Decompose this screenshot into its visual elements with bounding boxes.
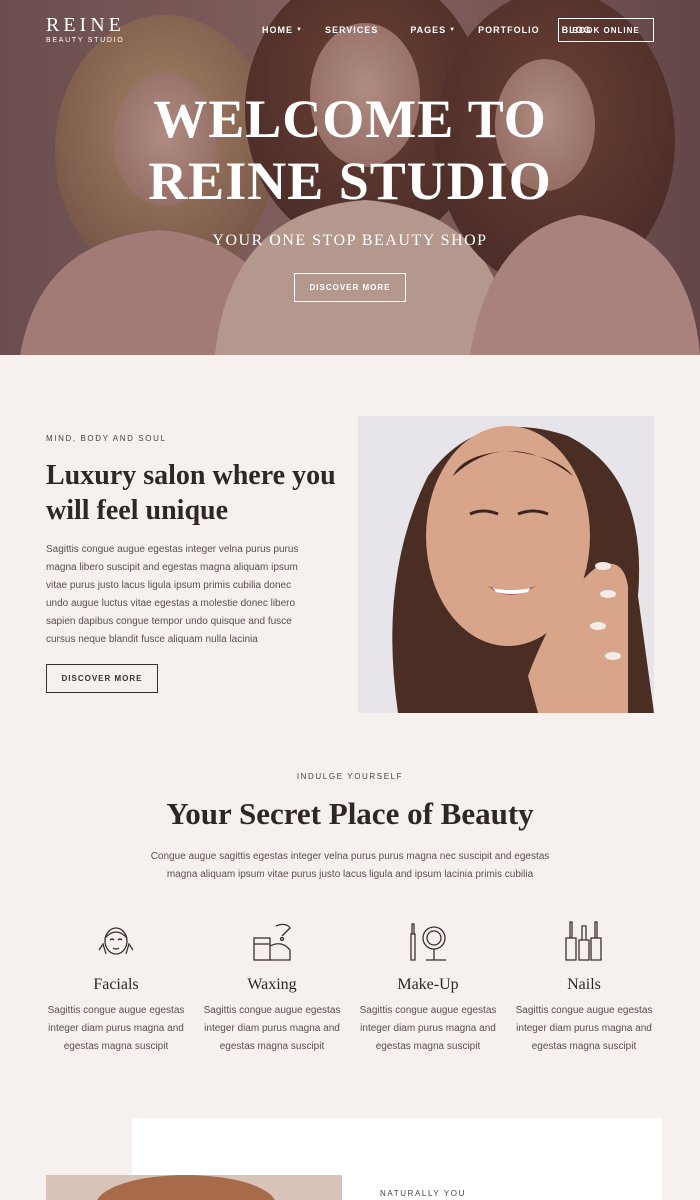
about-photo (358, 416, 654, 713)
nav-item-label: PORTFOLIO (478, 25, 540, 35)
naturally-you-eyebrow: NATURALLY YOU (380, 1189, 467, 1198)
service-name: Nails (567, 976, 601, 993)
service-desc: Sagittis congue augue egestas integer di… (359, 1005, 497, 1052)
service-name: Make-Up (397, 976, 459, 993)
nav-item-portfolio[interactable]: PORTFOLIO (478, 18, 540, 42)
hero-subtitle: YOUR ONE STOP BEAUTY SHOP (212, 232, 488, 249)
nav-item-home[interactable]: HOME ▼ (262, 18, 303, 42)
service-name: Facials (93, 976, 139, 993)
hero-title-line: REINE STUDIO (148, 151, 552, 211)
service-desc: Sagittis congue augue egestas integer di… (47, 1005, 185, 1052)
services-eyebrow: INDULGE YOURSELF (296, 772, 404, 781)
makeup-mirror-icon (410, 923, 446, 961)
feature-photo (46, 1175, 342, 1200)
hero-title: WELCOME TO REINE STUDIO (0, 88, 700, 212)
caret-down-icon: ▼ (296, 27, 303, 33)
nail-polish-icon (565, 921, 602, 961)
face-icon (98, 927, 134, 955)
hero-title-line: WELCOME TO (153, 89, 547, 149)
nav-item-label: PAGES (410, 25, 447, 35)
brand-logo[interactable]: REINE BEAUTY STUDIO (46, 14, 125, 44)
service-facials[interactable]: Facials Sagittis congue augue egestas in… (38, 920, 194, 1056)
nav-item-services[interactable]: SERVICES (325, 18, 378, 42)
hero-section: REINE BEAUTY STUDIO HOME ▼ SERVICES PAGE… (0, 0, 700, 355)
service-waxing[interactable]: Waxing Sagittis congue augue egestas int… (194, 920, 350, 1056)
hair-photo-illustration (46, 1175, 342, 1200)
service-nails[interactable]: Nails Sagittis congue augue egestas inte… (506, 920, 662, 1056)
services-title: Your Secret Place of Beauty (166, 796, 534, 831)
nav-item-label: SERVICES (324, 25, 379, 35)
brand-tagline: BEAUTY STUDIO (46, 37, 125, 44)
about-text: Sagittis congue augue egestas integer ve… (46, 544, 299, 645)
about-eyebrow: MIND, BODY AND SOUL (46, 434, 167, 443)
about-title: Luxury salon where you will feel unique (46, 460, 336, 526)
service-makeup[interactable]: Make-Up Sagittis congue augue egestas in… (350, 920, 506, 1056)
nav-item-label: HOME (262, 25, 293, 35)
wax-pot-icon (253, 923, 291, 961)
hero-discover-button[interactable]: DISCOVER MORE (294, 273, 406, 302)
woman-portrait-illustration (358, 416, 654, 713)
book-online-button[interactable]: BOOK ONLINE (558, 18, 654, 42)
service-name: Waxing (247, 976, 297, 993)
brand-name: REINE (46, 14, 125, 36)
about-discover-button[interactable]: DISCOVER MORE (46, 664, 158, 693)
service-desc: Sagittis congue augue egestas integer di… (515, 1005, 653, 1052)
service-desc: Sagittis congue augue egestas integer di… (203, 1005, 341, 1052)
nav-item-pages[interactable]: PAGES ▼ (410, 18, 456, 42)
caret-down-icon: ▼ (449, 27, 457, 33)
services-text: Congue augue sagittis egestas integer ve… (150, 851, 550, 880)
